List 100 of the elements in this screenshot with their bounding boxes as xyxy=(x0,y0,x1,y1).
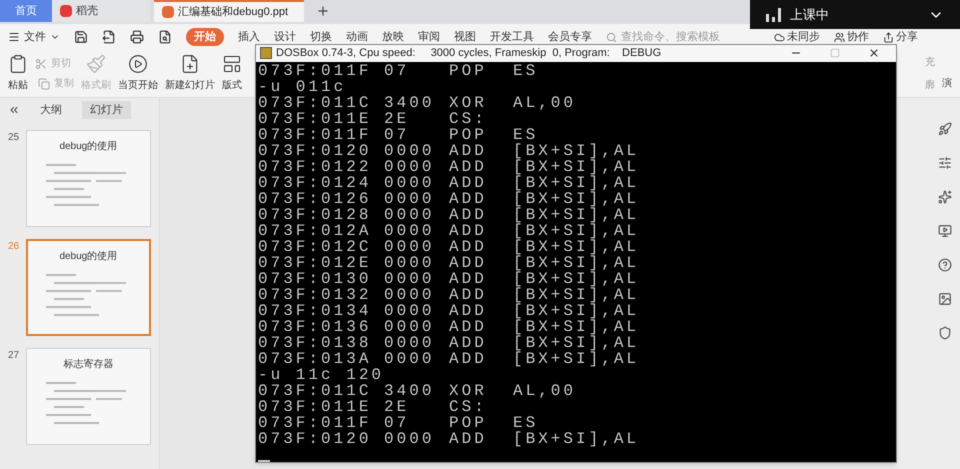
new-slide-icon xyxy=(180,54,200,74)
star-sparkle-icon[interactable] xyxy=(938,190,952,204)
copy-icon xyxy=(38,78,50,90)
instruction-mnemonic: ADD xyxy=(449,190,488,206)
help-icon[interactable] xyxy=(938,258,952,272)
address-code: 073F:013A 0000 xyxy=(258,350,436,366)
menu-icon xyxy=(8,31,20,43)
people-icon xyxy=(834,32,845,42)
address-code: 073F:0120 0000 xyxy=(258,142,436,158)
instruction-mnemonic: ADD xyxy=(449,350,488,366)
instruction-operands: [BX+SI],AL xyxy=(513,334,640,350)
address-code: 073F:011E 2E xyxy=(258,110,410,126)
export-icon[interactable] xyxy=(102,30,116,44)
command-line: -u 011c xyxy=(258,78,348,94)
screen-icon[interactable] xyxy=(938,224,952,238)
ribbon-button[interactable]: 粘贴 xyxy=(8,54,28,93)
address-code: 073F:0126 0000 xyxy=(258,190,436,206)
image-icon[interactable] xyxy=(938,292,952,306)
ribbon-label: 充 xyxy=(925,56,935,70)
address-code: 073F:0132 0000 xyxy=(258,286,436,302)
address-code: 073F:012C 0000 xyxy=(258,238,436,254)
instruction-mnemonic: ADD xyxy=(449,286,488,302)
preview-icon[interactable] xyxy=(158,30,172,44)
slide-title: debug的使用 xyxy=(59,140,118,154)
instruction-mnemonic: ADD xyxy=(449,206,488,222)
instruction-mnemonic: ADD xyxy=(449,430,488,446)
address-code: 073F:0134 0000 xyxy=(258,302,436,318)
text-cursor xyxy=(258,460,270,462)
ribbon-tab[interactable]: 插入 xyxy=(238,28,260,46)
instruction-mnemonic: ADD xyxy=(449,318,488,334)
slide-thumbnail[interactable]: debug的使用 xyxy=(26,239,151,336)
document-tab[interactable]: 汇编基础和debug0.ppt xyxy=(154,0,304,22)
instruction-mnemonic: XOR xyxy=(449,94,488,110)
clipboard-icon xyxy=(8,54,28,74)
instruction-mnemonic: XOR xyxy=(449,382,488,398)
shield-icon[interactable] xyxy=(938,326,952,340)
address-code: 073F:0130 0000 xyxy=(258,270,436,286)
address-code: 073F:0138 0000 xyxy=(258,334,436,350)
instruction-mnemonic: POP xyxy=(449,62,488,78)
instruction-operands: [BX+SI],AL xyxy=(513,270,640,286)
ribbon-tab[interactable]: 设计 xyxy=(274,28,296,46)
address-code: 073F:011F 07 xyxy=(258,126,410,142)
instruction-mnemonic: ADD xyxy=(449,270,488,286)
address-code: 073F:012A 0000 xyxy=(258,222,436,238)
instruction-mnemonic: CS: xyxy=(449,110,488,126)
ribbon-tab[interactable]: 会员专享 xyxy=(548,28,592,46)
search-icon xyxy=(606,32,617,42)
instruction-operands: [BX+SI],AL xyxy=(513,174,640,190)
instruction-operands: [BX+SI],AL xyxy=(513,350,640,366)
instruction-operands: [BX+SI],AL xyxy=(513,222,640,238)
instruction-operands: ES xyxy=(513,62,538,78)
document-tab[interactable]: 稻壳 xyxy=(52,0,150,22)
ribbon-label: 廓 xyxy=(925,78,935,92)
address-code: 073F:0124 0000 xyxy=(258,174,436,190)
close-icon[interactable] xyxy=(868,47,880,60)
address-code: 073F:0128 0000 xyxy=(258,206,436,222)
instruction-mnemonic: ADD xyxy=(449,222,488,238)
ribbon-button[interactable]: 当页开始 xyxy=(118,54,158,93)
instruction-mnemonic: ADD xyxy=(449,254,488,270)
panel-tab[interactable]: 大纲 xyxy=(40,102,62,118)
slide-thumbnail[interactable]: 标志寄存器 xyxy=(26,348,151,445)
file-menu[interactable]: 文件 xyxy=(8,28,60,46)
instruction-operands: [BX+SI],AL xyxy=(513,430,640,446)
tab-label: 稻壳 xyxy=(76,4,98,19)
address-code: 073F:012E 0000 xyxy=(258,254,436,270)
slide-number: 25 xyxy=(8,131,20,145)
ribbon-label: 演 xyxy=(942,76,952,91)
ribbon-tab[interactable]: 放映 xyxy=(382,28,404,46)
header-action[interactable]: 分享 xyxy=(883,28,918,46)
instruction-operands: [BX+SI],AL xyxy=(513,190,640,206)
dosbox-icon xyxy=(260,47,272,60)
ribbon-button[interactable]: 新建幻灯片 xyxy=(165,54,215,93)
instruction-operands: ES xyxy=(513,126,538,142)
instruction-operands: [BX+SI],AL xyxy=(513,206,640,222)
instruction-mnemonic: ADD xyxy=(449,158,488,174)
instruction-mnemonic: ADD xyxy=(449,334,488,350)
print-icon[interactable] xyxy=(130,30,144,44)
ribbon-tab[interactable]: 审阅 xyxy=(418,28,440,46)
ribbon-tab[interactable]: 视图 xyxy=(454,28,476,46)
tab-label: 汇编基础和debug0.ppt xyxy=(178,4,288,20)
collapse-icon[interactable] xyxy=(8,104,20,116)
scissors-icon xyxy=(35,58,47,70)
ribbon-tab[interactable]: 动画 xyxy=(346,28,368,46)
ribbon-button[interactable]: 版式 xyxy=(222,54,242,93)
document-tab[interactable]: 首页 xyxy=(0,0,52,22)
header-action[interactable]: 协作 xyxy=(834,28,869,46)
header-action[interactable]: 未同步 xyxy=(774,28,820,46)
ribbon-tab[interactable]: 切换 xyxy=(310,28,332,46)
tab-label: 首页 xyxy=(15,4,37,19)
sliders-icon[interactable] xyxy=(938,156,952,170)
new-tab-icon[interactable] xyxy=(316,4,330,18)
slide-number: 27 xyxy=(8,349,20,363)
save-icon[interactable] xyxy=(74,30,88,44)
ribbon-tab[interactable]: 开发工具 xyxy=(490,28,534,46)
panel-tab[interactable]: 幻灯片 xyxy=(82,100,131,120)
rocket-icon[interactable] xyxy=(938,122,952,136)
address-code: 073F:0136 0000 xyxy=(258,318,436,334)
slide-thumbnail[interactable]: debug的使用 xyxy=(26,130,151,227)
play-icon xyxy=(128,54,148,74)
address-code: 073F:011E 2E xyxy=(258,398,410,414)
